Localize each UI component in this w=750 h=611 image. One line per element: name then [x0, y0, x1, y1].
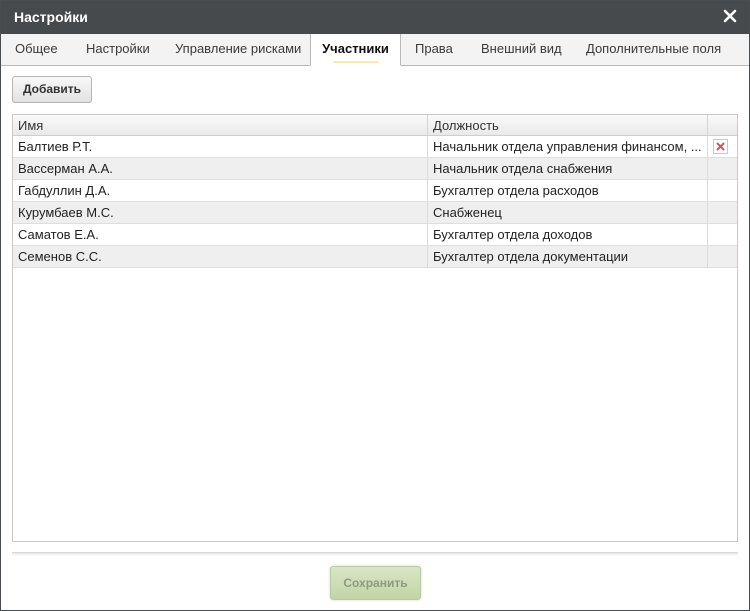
cell-name: Семенов С.С.: [13, 246, 428, 267]
tab-label: Внешний вид: [481, 41, 562, 56]
table-row[interactable]: Габдуллин Д.А. Бухгалтер отдела расходов: [13, 180, 737, 202]
dialog-titlebar: Настройки: [1, 1, 749, 34]
table-row[interactable]: Курумбаев М.С. Снабженец: [13, 202, 737, 224]
cell-position: Начальник отдела снабжения: [428, 158, 708, 179]
column-header-position[interactable]: Должность: [428, 115, 708, 135]
cell-position: Бухгалтер отдела расходов: [428, 180, 708, 201]
cell-position: Снабженец: [428, 202, 708, 223]
table-row[interactable]: Саматов Е.А. Бухгалтер отдела доходов: [13, 224, 737, 246]
grid-header: Имя Должность: [13, 115, 737, 136]
column-header-actions: [708, 115, 737, 135]
cell-position: Бухгалтер отдела доходов: [428, 224, 708, 245]
table-row[interactable]: Балтиев Р.Т. Начальник отдела управления…: [13, 136, 737, 158]
cell-name: Саматов Е.А.: [13, 224, 428, 245]
cell-name: Вассерман А.А.: [13, 158, 428, 179]
footer-divider: [12, 552, 738, 556]
cell-name: Курумбаев М.С.: [13, 202, 428, 223]
tab-additional-fields[interactable]: Дополнительные поля: [586, 34, 721, 65]
column-header-name[interactable]: Имя: [13, 115, 428, 135]
tab-label: Управление рисками: [175, 41, 302, 56]
tab-bar: Общее Настройки Управление рисками Участ…: [1, 34, 749, 66]
cell-name: Габдуллин Д.А.: [13, 180, 428, 201]
save-button[interactable]: Сохранить: [330, 566, 421, 600]
tab-risk-management[interactable]: Управление рисками: [175, 34, 301, 65]
add-participant-button[interactable]: Добавить: [12, 76, 92, 103]
tab-label: Общее: [15, 41, 58, 56]
table-row[interactable]: Семенов С.С. Бухгалтер отдела документац…: [13, 246, 737, 268]
tab-settings[interactable]: Настройки: [86, 34, 150, 65]
cell-position: Начальник отдела управления финансом, ..…: [428, 136, 708, 157]
dialog-title: Настройки: [14, 9, 88, 25]
tab-label: Настройки: [86, 41, 150, 56]
participants-grid: Имя Должность Балтиев Р.Т. Начальник отд…: [12, 114, 738, 542]
cell-position: Бухгалтер отдела документации: [428, 246, 708, 267]
tab-rights[interactable]: Права: [415, 34, 453, 65]
delete-icon[interactable]: [713, 139, 728, 154]
table-row[interactable]: Вассерман А.А. Начальник отдела снабжени…: [13, 158, 737, 180]
tab-general[interactable]: Общее: [15, 34, 58, 65]
tab-label: Права: [415, 41, 453, 56]
close-icon[interactable]: [721, 7, 739, 25]
tab-participants[interactable]: Участники: [310, 34, 401, 66]
active-tab-indicator: [332, 61, 379, 63]
tab-label: Участники: [322, 41, 389, 56]
cell-name: Балтиев Р.Т.: [13, 136, 428, 157]
settings-dialog: Настройки Общее Настройки Управление рис…: [0, 0, 750, 611]
tab-label: Дополнительные поля: [586, 41, 722, 56]
tab-appearance[interactable]: Внешний вид: [481, 34, 562, 65]
